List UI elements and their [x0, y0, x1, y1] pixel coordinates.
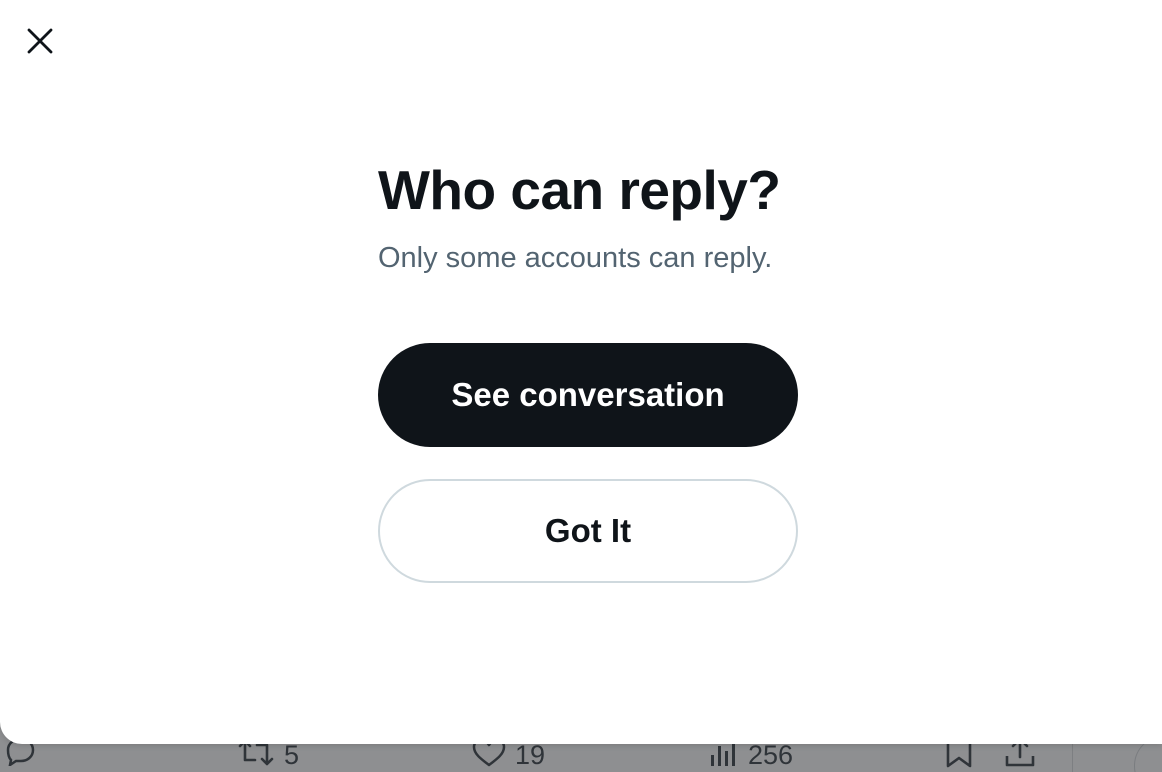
- dialog-title: Who can reply?: [378, 159, 781, 221]
- like-count: 19: [515, 740, 546, 770]
- got-it-button[interactable]: Got It: [378, 479, 798, 583]
- views-count: 256: [748, 740, 794, 770]
- who-can-reply-dialog: Who can reply? Only some accounts can re…: [0, 0, 1162, 744]
- see-conversation-button[interactable]: See conversation: [378, 343, 798, 447]
- dialog-content: Who can reply? Only some accounts can re…: [378, 156, 798, 583]
- got-it-label: Got It: [544, 512, 632, 549]
- retweet-count: 5: [284, 740, 300, 770]
- close-button[interactable]: [18, 21, 62, 65]
- close-icon: [26, 27, 54, 60]
- viewport: 5 19 256 Who can reply? Only some accoun…: [0, 0, 1162, 772]
- divider: [1072, 740, 1073, 772]
- dialog-subtitle: Only some accounts can reply.: [378, 242, 773, 274]
- see-conversation-label: See conversation: [451, 376, 725, 413]
